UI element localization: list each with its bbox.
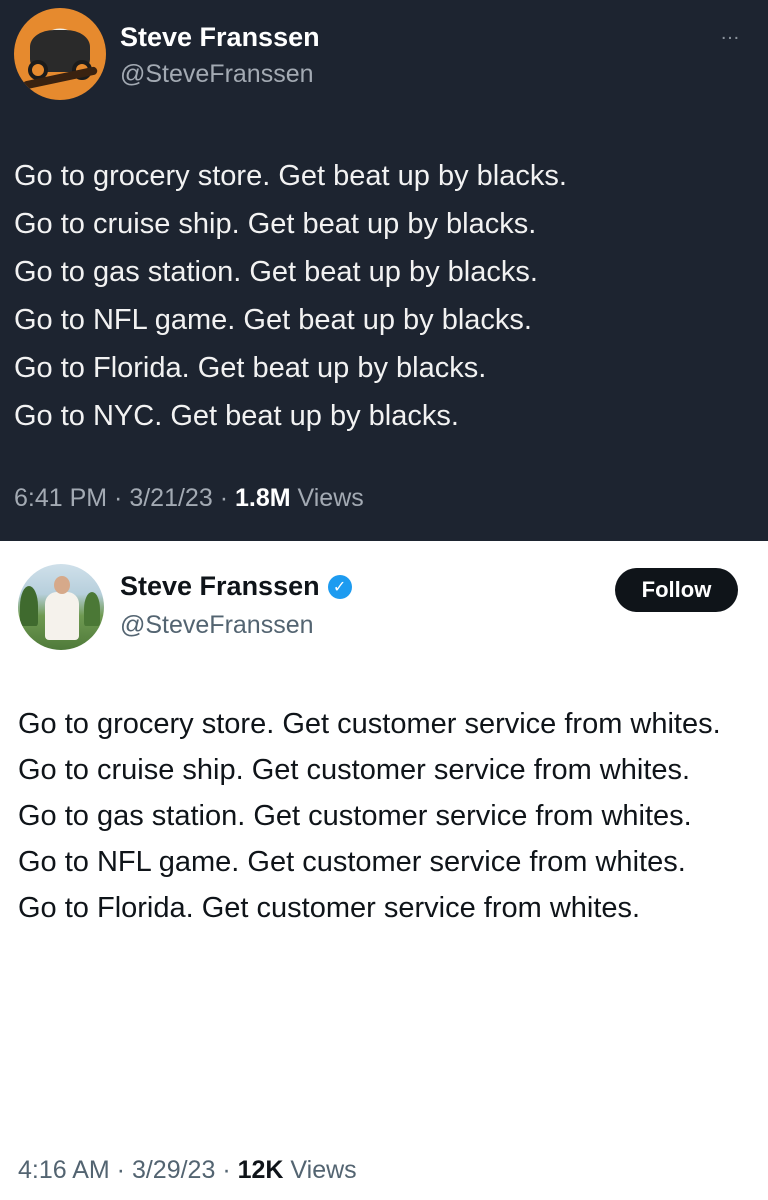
tweet-line: Go to NFL game. Get beat up by blacks. (14, 304, 532, 336)
tweet-line: Go to NFL game. Get customer service fro… (18, 846, 686, 878)
tweet-time[interactable]: 4:16 AM (18, 1156, 110, 1184)
meta-separator: · (212, 484, 235, 512)
meta-separator: · (215, 1156, 238, 1184)
views-count: 12K (237, 1156, 284, 1184)
verified-badge-icon: ✓ (327, 574, 352, 599)
tweet-meta: 6:41 PM · 3/21/23 · 1.8M Views (14, 484, 364, 513)
tweet-date[interactable]: 3/21/23 (129, 484, 212, 512)
avatar-person-body (45, 592, 79, 640)
more-options-icon[interactable]: … (720, 22, 741, 45)
tweet-line: Go to gas station. Get beat up by blacks… (14, 256, 538, 288)
follow-button[interactable]: Follow (615, 568, 738, 612)
tweet-line: Go to cruise ship. Get customer service … (18, 754, 691, 786)
tweet-light: Steve Franssen ✓ @SteveFranssen Follow G… (0, 541, 768, 1200)
tweet-dark: Steve Franssen @SteveFranssen … Go to gr… (0, 0, 768, 541)
meta-separator: · (107, 484, 130, 512)
tweet-line: Go to Florida. Get beat up by blacks. (14, 352, 487, 384)
tweet-line: Go to NYC. Get beat up by blacks. (14, 400, 459, 432)
views-label: Views (297, 484, 364, 512)
author-name[interactable]: Steve Franssen (120, 22, 320, 53)
meta-separator: · (109, 1156, 132, 1184)
avatar-tree-left (20, 586, 38, 626)
tweet-text: Go to grocery store. Get beat up by blac… (14, 152, 754, 440)
avatar-tree-right (84, 592, 100, 626)
tweet-line: Go to grocery store. Get customer servic… (18, 708, 721, 740)
tweet-date[interactable]: 3/29/23 (132, 1156, 215, 1184)
avatar[interactable] (18, 564, 104, 650)
author-handle[interactable]: @SteveFranssen (120, 611, 314, 640)
views-count: 1.8M (234, 484, 291, 512)
tweet-line: Go to cruise ship. Get beat up by blacks… (14, 208, 537, 240)
tweet-line: Go to gas station. Get customer service … (18, 800, 692, 832)
tweet-meta: 4:16 AM · 3/29/23 · 12K Views (18, 1156, 357, 1185)
author-handle[interactable]: @SteveFranssen (120, 60, 314, 89)
avatar-person-head (54, 576, 70, 594)
author-name-row: Steve Franssen ✓ (120, 571, 352, 602)
views-label: Views (290, 1156, 357, 1184)
tweet-time[interactable]: 6:41 PM (14, 484, 107, 512)
author-name[interactable]: Steve Franssen (120, 571, 320, 602)
avatar[interactable] (14, 8, 106, 100)
tweet-line: Go to grocery store. Get beat up by blac… (14, 160, 567, 192)
tweet-text: Go to grocery store. Get customer servic… (18, 701, 753, 931)
tweet-line: Go to Florida. Get customer service from… (18, 892, 641, 924)
